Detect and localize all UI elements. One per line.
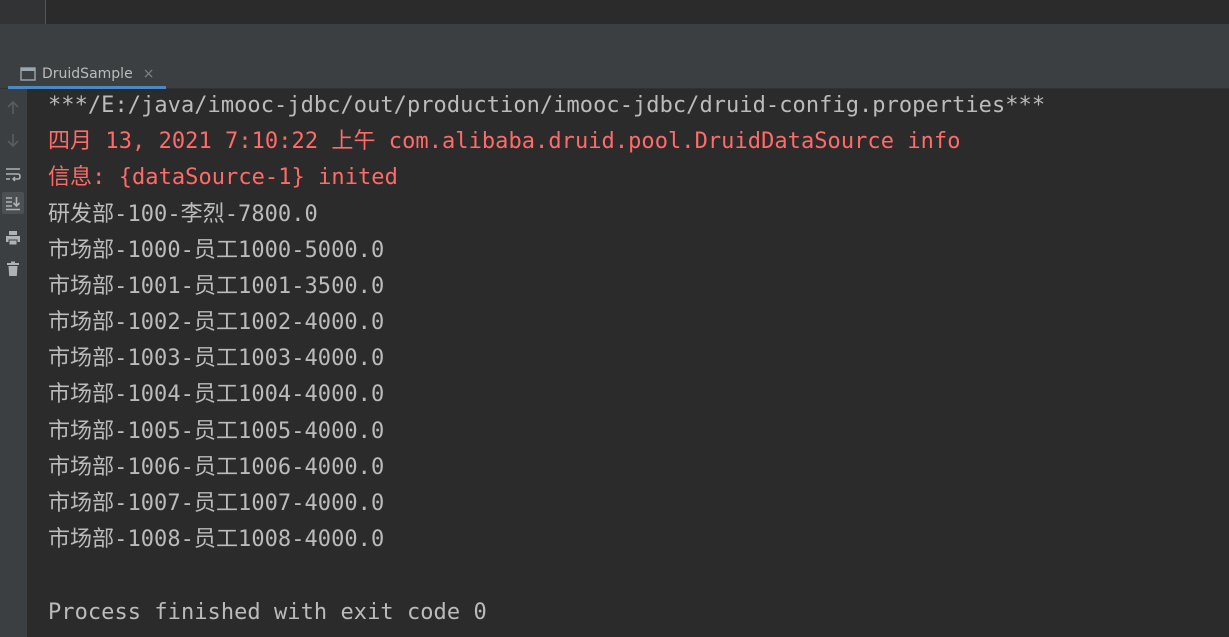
run-tool-window-header: DruidSample × <box>0 55 1229 89</box>
console-line-employee: 市场部-1007-员工1007-4000.0 <box>48 491 385 516</box>
console-line-employee: 市场部-1003-员工1003-4000.0 <box>48 346 385 371</box>
scroll-to-end-icon[interactable] <box>2 192 24 214</box>
console-line-employee: 市场部-1005-员工1005-4000.0 <box>48 419 385 444</box>
tab-druid-sample[interactable]: DruidSample × <box>8 61 167 89</box>
editor-area <box>0 0 1229 24</box>
console-output[interactable]: ***/E:/java/imooc-jdbc/out/production/im… <box>27 89 1229 637</box>
close-icon[interactable]: × <box>143 66 155 82</box>
panel-splitter[interactable] <box>0 25 1229 55</box>
console-line-employee: 市场部-1002-员工1002-4000.0 <box>48 310 385 335</box>
editor-gutter <box>0 0 46 24</box>
console-line-log-timestamp: 四月 13, 2021 7:10:22 上午 com.alibaba.druid… <box>48 129 961 154</box>
console-line-employee: 市场部-1000-员工1000-5000.0 <box>48 238 385 263</box>
console-line-exit-status: Process finished with exit code 0 <box>48 600 487 625</box>
console-line-employee: 市场部-1004-员工1004-4000.0 <box>48 382 385 407</box>
console-line-employee: 市场部-1008-员工1008-4000.0 <box>48 527 385 552</box>
console-toolbar <box>0 89 27 637</box>
console-line-config-path: ***/E:/java/imooc-jdbc/out/production/im… <box>48 93 1046 118</box>
console-line-employee: 研发部-100-李烈-7800.0 <box>48 202 318 227</box>
console-line-employee: 市场部-1001-员工1001-3500.0 <box>48 274 385 299</box>
console-line-log-info: 信息: {dataSource-1} inited <box>48 165 398 190</box>
down-arrow-icon[interactable] <box>2 129 24 151</box>
console-icon <box>20 66 36 81</box>
print-icon[interactable] <box>2 227 24 249</box>
trash-icon[interactable] <box>2 258 24 280</box>
console-line-employee: 市场部-1006-员工1006-4000.0 <box>48 455 385 480</box>
up-arrow-icon[interactable] <box>2 97 24 119</box>
soft-wrap-icon[interactable] <box>2 163 24 185</box>
tab-label: DruidSample <box>42 65 133 82</box>
